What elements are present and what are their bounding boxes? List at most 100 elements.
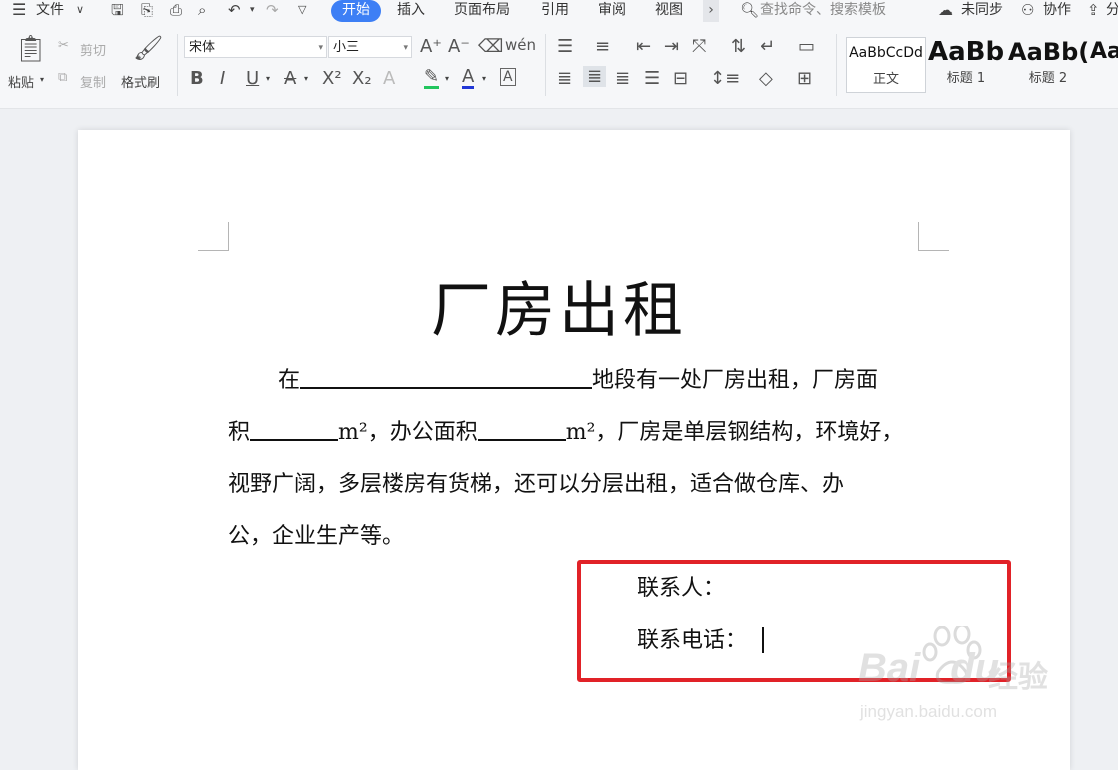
blank-factory-area[interactable] [250, 419, 339, 441]
show-hide-marks-icon[interactable]: ↵ [760, 36, 775, 57]
paragraph-line-3[interactable]: 视野广阔，多层楼房有货梯，还可以分层出租，适合做仓库、办 [228, 470, 844, 500]
customize-toolbar-icon[interactable]: ▽ [298, 0, 306, 20]
tab-references[interactable]: 引用 [541, 0, 569, 22]
borders-icon[interactable]: ⊞ [797, 68, 812, 89]
watermark-url: jingyan.baidu.com [860, 702, 998, 721]
increase-font-icon[interactable]: A⁺ [420, 36, 442, 57]
redo-icon[interactable]: ↷ [266, 0, 279, 20]
strikethrough-icon[interactable]: A [284, 68, 296, 89]
superscript-icon[interactable]: X² [322, 68, 342, 89]
watermark: Bai du 经验 jingyan.baidu.com [858, 626, 1058, 736]
hamburger-menu-icon[interactable]: ☰ [12, 0, 26, 20]
character-border-icon[interactable]: A [500, 68, 516, 86]
justify-icon[interactable]: ☰ [644, 68, 660, 89]
align-center-icon[interactable]: ≣ [583, 66, 607, 87]
style-sample: Aa [1090, 39, 1118, 64]
align-right-icon[interactable]: ≣ [615, 68, 630, 89]
chevron-down-icon[interactable]: ∨ [76, 0, 84, 20]
highlight-icon[interactable]: ✎ [424, 68, 440, 89]
share-icon[interactable]: ⇪ [1087, 0, 1100, 20]
cloud-sync-icon[interactable]: ☁ [938, 0, 953, 20]
underline-icon[interactable]: U [246, 68, 259, 89]
shading-icon[interactable]: ◇ [759, 68, 773, 89]
style-heading-2[interactable]: AaBb( 标题 2 [1008, 37, 1088, 91]
font-color-icon[interactable]: A [462, 68, 475, 89]
more-tabs-button[interactable]: › [703, 0, 719, 22]
print-icon[interactable]: ⎙ [170, 0, 182, 20]
tab-start[interactable]: 开始 [331, 0, 381, 22]
highlight-dropdown-icon[interactable]: ▾ [445, 74, 449, 83]
paste-icon[interactable]: 📋︎ [14, 34, 47, 64]
copy-icon[interactable]: ⧉ [58, 70, 67, 85]
collaborate-button[interactable]: 协作 [1043, 0, 1071, 22]
bold-icon[interactable]: B [190, 68, 204, 89]
export-pdf-icon[interactable]: ⎘ [141, 0, 153, 20]
numbered-list-icon[interactable]: ≡ [595, 36, 610, 57]
paste-dropdown-icon[interactable]: ▾ [40, 75, 44, 84]
ruler-icon[interactable]: ▭ [798, 36, 815, 57]
font-size-select[interactable]: 小三 ▾ [328, 36, 412, 58]
contact-person-label[interactable]: 联系人： [637, 574, 725, 604]
tab-insert[interactable]: 插入 [397, 0, 425, 22]
italic-icon[interactable]: I [220, 68, 225, 89]
style-name: 标题 1 [946, 71, 986, 86]
cut-button[interactable]: 剪切 [80, 40, 106, 59]
clear-format-icon[interactable]: ⌫ [478, 36, 503, 57]
print-preview-icon[interactable]: ⌕ [198, 0, 206, 20]
font-name-select[interactable]: 宋体 ▾ [184, 36, 327, 58]
align-left-icon[interactable]: ≣ [557, 68, 572, 89]
increase-indent-icon[interactable]: ⇥ [664, 36, 679, 57]
text-run: 在 [278, 368, 301, 393]
decrease-font-icon[interactable]: A⁻ [448, 36, 470, 57]
subscript-icon[interactable]: X₂ [352, 68, 372, 89]
format-painter-icon[interactable]: 🖌︎ [133, 34, 163, 62]
style-name: 标题 2 [1028, 71, 1068, 86]
search-icon: 🔍︎ [740, 1, 760, 19]
command-search-input[interactable]: 查找命令、搜索模板 [760, 0, 886, 22]
document-title[interactable]: 厂房出租 [0, 262, 1118, 349]
collaborate-icon[interactable]: ⚇ [1021, 0, 1034, 20]
contact-phone-label[interactable]: 联系电话： [637, 626, 747, 656]
bullet-list-icon[interactable]: ☰ [557, 36, 573, 57]
copy-button[interactable]: 复制 [80, 72, 106, 91]
style-name: 正文 [872, 72, 899, 87]
chevron-down-icon: ▾ [403, 43, 408, 53]
sync-status[interactable]: 未同步 [961, 0, 1003, 22]
sort-icon[interactable]: ⇅ [731, 36, 746, 57]
format-painter-button[interactable]: 格式刷 [121, 72, 160, 91]
share-button[interactable]: 分 [1106, 0, 1118, 22]
font-color-dropdown-icon[interactable]: ▾ [482, 74, 486, 83]
text-run: 积 [228, 420, 251, 445]
paste-button[interactable]: 粘贴 [8, 72, 34, 91]
watermark-cn: 经验 [988, 660, 1048, 695]
chinese-layout-icon[interactable]: ⤧ [692, 36, 706, 57]
text-run: m²，办公面积 [338, 420, 478, 445]
line-spacing-icon[interactable]: ↕≡ [710, 68, 740, 89]
paragraph-line-4[interactable]: 公，企业生产等。 [228, 522, 404, 552]
style-normal[interactable]: AaBbCcDd 正文 [846, 37, 926, 93]
blank-location[interactable] [300, 367, 593, 389]
undo-icon[interactable]: ↶ [228, 0, 241, 20]
tab-page-layout[interactable]: 页面布局 [454, 0, 510, 22]
underline-dropdown-icon[interactable]: ▾ [266, 74, 270, 83]
save-icon[interactable]: 🖫 [111, 0, 124, 20]
distributed-icon[interactable]: ⊟ [673, 68, 688, 89]
tab-view[interactable]: 视图 [655, 0, 683, 22]
decrease-indent-icon[interactable]: ⇤ [636, 36, 651, 57]
font-size-value: 小三 [333, 40, 360, 55]
style-heading-3[interactable]: Aa [1090, 37, 1118, 91]
text-effect-icon[interactable]: A [383, 68, 395, 89]
paragraph-line-2[interactable]: 积 m²，办公面积 m²，厂房是单层钢结构，环境好， [228, 418, 903, 448]
cut-icon[interactable]: ✂ [58, 38, 69, 53]
style-heading-1[interactable]: AaBb 标题 1 [928, 37, 1004, 91]
undo-dropdown-icon[interactable]: ▾ [250, 0, 255, 20]
divider [836, 34, 837, 96]
phonetic-guide-icon[interactable]: wén [505, 36, 536, 54]
paragraph-line-1[interactable]: 在 地段有一处厂房出租，厂房面 [228, 366, 878, 396]
text-cursor [762, 627, 764, 653]
file-menu[interactable]: 文件 [36, 0, 64, 22]
font-name-value: 宋体 [189, 40, 216, 55]
tab-review[interactable]: 审阅 [598, 0, 626, 22]
strikethrough-dropdown-icon[interactable]: ▾ [304, 74, 308, 83]
blank-office-area[interactable] [477, 419, 566, 441]
